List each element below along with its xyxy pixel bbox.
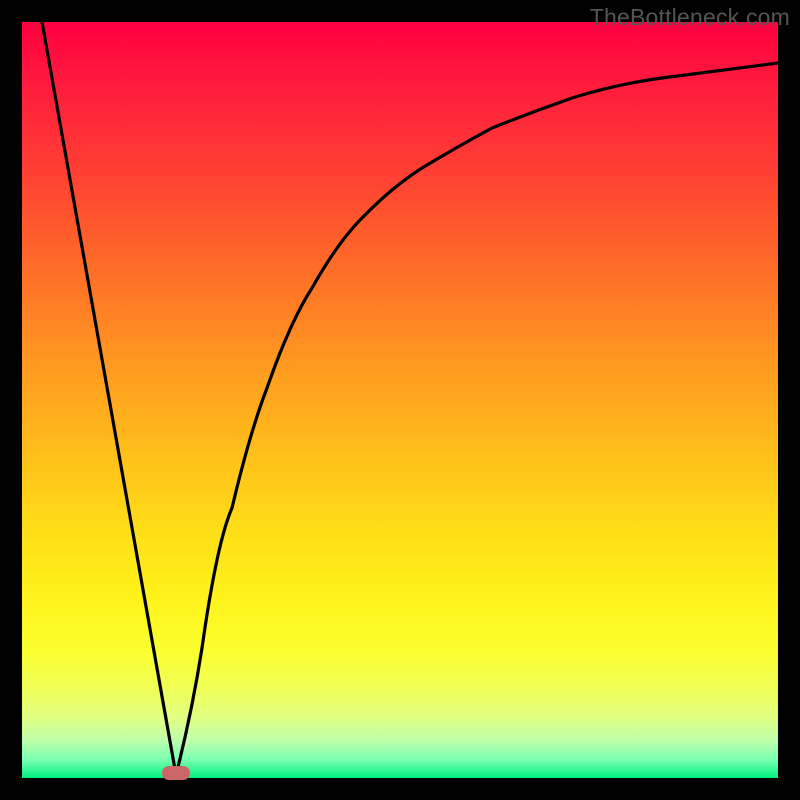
left-descent-line xyxy=(42,22,176,775)
curve-svg xyxy=(22,22,778,778)
plot-area xyxy=(22,22,778,778)
right-ascent-curve xyxy=(176,63,778,775)
chart-frame: TheBottleneck.com xyxy=(0,0,800,800)
bottleneck-marker xyxy=(162,766,190,780)
watermark-text: TheBottleneck.com xyxy=(590,4,790,31)
